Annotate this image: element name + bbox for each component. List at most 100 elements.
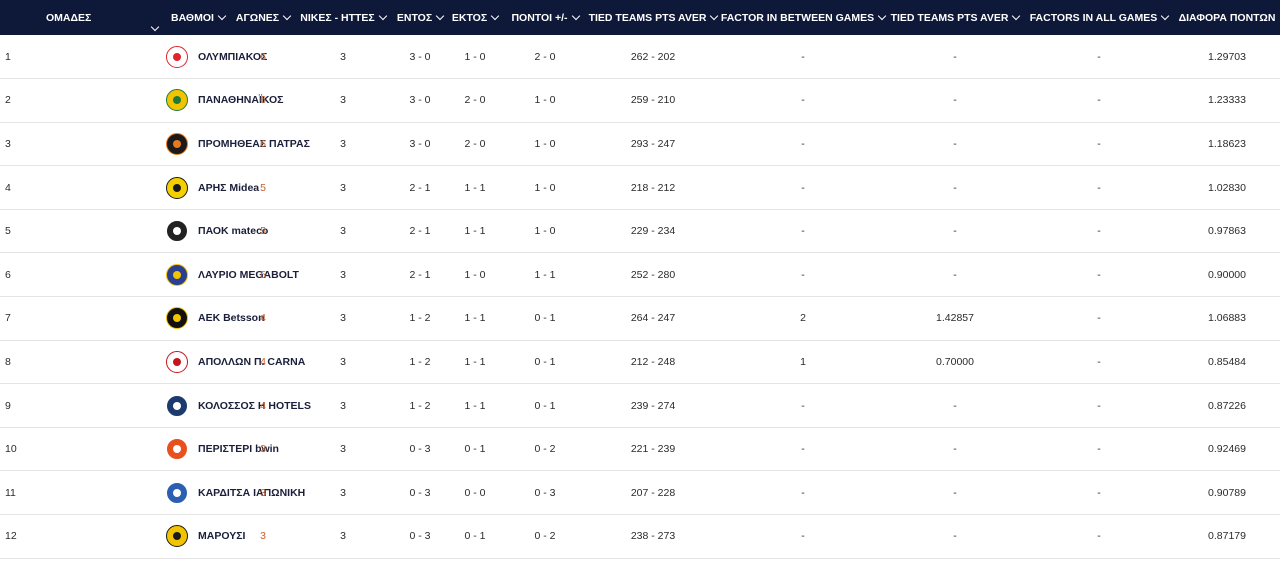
home-cell: 1 - 1: [464, 225, 486, 238]
team-name[interactable]: ΑΕΚ Betsson: [198, 312, 265, 324]
score-cell: 207 - 228: [630, 486, 676, 499]
score-cell: 218 - 212: [630, 181, 676, 194]
team-cell[interactable]: ΚΑΡΔΙΤΣΑ ΙΑΠΩΝΙΚΗ: [162, 471, 305, 515]
factor-between-cell: 1.42857: [936, 312, 974, 325]
away-cell: 0 - 3: [534, 486, 556, 499]
position-cell: 11: [5, 486, 16, 499]
tied-pts-cell: -: [801, 181, 805, 194]
factor-between-cell: -: [953, 486, 957, 499]
team-name[interactable]: ΑΠΟΛΛΩΝ Π. CARNA: [198, 356, 305, 368]
score-cell: 262 - 202: [630, 50, 676, 63]
sort-header-away[interactable]: ΕΚΤΟΣ: [446, 0, 504, 35]
table-row[interactable]: 2 ΠΑΝΑΘΗΝΑΪΚΟΣ 6 3 3 - 02 - 01 - 0 259 - 210-…: [0, 79, 1280, 123]
home-cell: 1 - 0: [464, 50, 486, 63]
position-cell: 10: [5, 443, 17, 456]
table-row[interactable]: 11 ΚΑΡΔΙΤΣΑ ΙΑΠΩΝΙΚΗ 3 3 0 - 30 - 00 - 3 207 …: [0, 471, 1280, 515]
team-name[interactable]: ΚΑΡΔΙΤΣΑ ΙΑΠΩΝΙΚΗ: [198, 487, 305, 499]
sort-header-tied-pts-2[interactable]: TIED TEAMS PTS AVER: [886, 0, 1024, 35]
sort-header-factor-between[interactable]: FACTOR IN BETWEEN GAMES: [720, 0, 887, 35]
header-label: ΑΓΩΝΕΣ: [235, 11, 280, 24]
away-cell: 2 - 0: [534, 50, 556, 63]
team-logo-mark: [173, 401, 181, 410]
team-name[interactable]: ΛΑΥΡΙΟ MEGABOLT: [198, 269, 299, 281]
team-logo-mark: [173, 139, 181, 148]
chevron-down-icon: [1012, 11, 1021, 20]
team-cell[interactable]: ΜΑΡΟΥΣΙ: [162, 515, 245, 559]
tied-pts-cell: -: [801, 530, 805, 543]
wins-losses-cell: 0 - 3: [409, 486, 431, 499]
team-logo-icon: [166, 45, 188, 68]
header-label: ΒΑΘΜΟΙ: [171, 11, 214, 24]
factor-between-cell: -: [953, 443, 957, 456]
tied-pts-cell: -: [801, 137, 805, 150]
team-cell[interactable]: ΟΛΥΜΠΙΑΚΟΣ: [162, 35, 267, 79]
team-logo-icon: [166, 132, 188, 155]
chevron-down-icon: [571, 11, 580, 20]
team-cell[interactable]: ΑΕΚ Betsson: [162, 297, 265, 341]
team-cell[interactable]: ΠΑΟΚ mateco: [162, 209, 268, 253]
table-row[interactable]: 9 ΚΟΛΟΣΣΟΣ H HOTELS 4 3 1 - 21 - 10 - 1 239 -…: [0, 384, 1280, 428]
team-name[interactable]: ΠΡΟΜΗΘΕΑΣ ΠΑΤΡΑΣ: [198, 138, 310, 150]
table-row[interactable]: 12 ΜΑΡΟΥΣΙ 3 3 0 - 30 - 10 - 2 238 - 273- - -0.…: [0, 515, 1280, 559]
team-logo-mark: [173, 227, 181, 236]
team-name[interactable]: ΜΑΡΟΥΣΙ: [198, 530, 245, 542]
factors-all-cell: 0.97863: [1208, 225, 1246, 238]
sort-header-games[interactable]: ΑΓΩΝΕΣ: [234, 0, 292, 35]
team-cell[interactable]: ΚΟΛΟΣΣΟΣ H HOTELS: [162, 384, 311, 428]
team-cell[interactable]: ΑΡΗΣ Midea: [162, 166, 259, 210]
table-row[interactable]: 5 ΠΑΟΚ mateco 5 3 2 - 11 - 11 - 0 229 - 234- -…: [0, 209, 1280, 253]
factors-all-cell: 0.92469: [1208, 443, 1246, 456]
factors-all-cell: 1.02830: [1208, 181, 1246, 194]
position-cell: 5: [5, 225, 11, 238]
table-row[interactable]: 1 ΟΛΥΜΠΙΑΚΟΣ 6 3 3 - 01 - 02 - 0 262 - 202- - -…: [0, 35, 1280, 79]
tied-pts-2-cell: -: [1097, 94, 1101, 107]
table-row[interactable]: 6 ΛΑΥΡΙΟ MEGABOLT 5 3 2 - 11 - 01 - 1 252 - 2…: [0, 253, 1280, 297]
team-name[interactable]: ΠΕΡΙΣΤΕΡΙ bwin: [198, 443, 279, 455]
team-logo-icon: [166, 89, 188, 112]
chevron-down-icon: [217, 11, 227, 20]
team-name[interactable]: ΟΛΥΜΠΙΑΚΟΣ: [198, 51, 267, 63]
score-cell: 293 - 247: [630, 137, 676, 150]
sort-header-tied-pts[interactable]: TIED TEAMS PTS AVER: [586, 0, 720, 35]
standings-table: ΟΜΑΔΕΣ ΒΑΘΜΟΙ ΑΓΩΝΕΣ ΝΙΚΕΣ - ΗΤΤΕΣ ΕΝΤΟΣ…: [0, 0, 1280, 559]
position-cell: 2: [5, 94, 11, 107]
tied-pts-cell: 1: [800, 355, 806, 368]
team-cell[interactable]: ΛΑΥΡΙΟ MEGABOLT: [162, 253, 299, 297]
games-cell: 3: [340, 486, 346, 499]
table-row[interactable]: 8 ΑΠΟΛΛΩΝ Π. CARNA 4 3 1 - 21 - 10 - 1 212 - …: [0, 340, 1280, 384]
team-cell[interactable]: ΠΡΟΜΗΘΕΑΣ ΠΑΤΡΑΣ: [162, 122, 310, 166]
tied-pts-cell: -: [801, 225, 805, 238]
team-name[interactable]: ΑΡΗΣ Midea: [198, 182, 259, 194]
home-cell: 1 - 1: [464, 312, 486, 325]
wins-losses-cell: 3 - 0: [409, 50, 431, 63]
factor-between-cell: -: [953, 137, 957, 150]
sort-header-home[interactable]: ΕΝΤΟΣ: [394, 0, 446, 35]
sort-header-factors-all[interactable]: FACTORS IN ALL GAMES: [1024, 0, 1174, 35]
sort-header-team[interactable]: ΟΜΑΔΕΣ: [0, 0, 162, 35]
games-cell: 3: [340, 530, 346, 543]
position-cell: 9: [5, 399, 11, 412]
away-cell: 0 - 2: [534, 530, 556, 543]
team-name[interactable]: ΠΑΟΚ mateco: [198, 225, 268, 237]
team-cell[interactable]: ΑΠΟΛΛΩΝ Π. CARNA: [162, 340, 305, 384]
sort-header-wins-losses[interactable]: ΝΙΚΕΣ - ΗΤΤΕΣ: [292, 0, 394, 35]
team-logo-icon: [166, 307, 188, 330]
team-logo-mark: [173, 270, 181, 279]
table-row[interactable]: 4 ΑΡΗΣ Midea 5 3 2 - 11 - 11 - 0 218 - 212- - -…: [0, 166, 1280, 210]
score-cell: 229 - 234: [630, 225, 676, 238]
away-cell: 0 - 1: [534, 399, 556, 412]
team-cell[interactable]: ΠΑΝΑΘΗΝΑΪΚΟΣ: [162, 79, 283, 123]
table-row[interactable]: 10 ΠΕΡΙΣΤΕΡΙ bwin 3 3 0 - 30 - 10 - 2 221 - 2…: [0, 427, 1280, 471]
tied-pts-2-cell: -: [1097, 268, 1101, 281]
team-name[interactable]: ΠΑΝΑΘΗΝΑΪΚΟΣ: [198, 94, 283, 106]
team-name[interactable]: ΚΟΛΟΣΣΟΣ H HOTELS: [198, 400, 311, 412]
sort-header-diff[interactable]: ΔΙΑΦΟΡΑ ΠΟΝΤΩΝ: [1174, 0, 1280, 35]
sort-header-points[interactable]: ΒΑΘΜΟΙ: [162, 0, 234, 35]
table-row[interactable]: 3 ΠΡΟΜΗΘΕΑΣ ΠΑΤΡΑΣ 6 3 3 - 02 - 01 - 0 293 - …: [0, 122, 1280, 166]
away-cell: 0 - 2: [534, 443, 556, 456]
sort-header-score[interactable]: ΠΟΝΤΟΙ +/-: [504, 0, 586, 35]
team-cell[interactable]: ΠΕΡΙΣΤΕΡΙ bwin: [162, 427, 279, 471]
table-row[interactable]: 7 ΑΕΚ Betsson 4 3 1 - 21 - 10 - 1 264 - 247 2 1…: [0, 297, 1280, 341]
team-logo-mark: [173, 314, 181, 323]
home-cell: 2 - 0: [464, 137, 486, 150]
